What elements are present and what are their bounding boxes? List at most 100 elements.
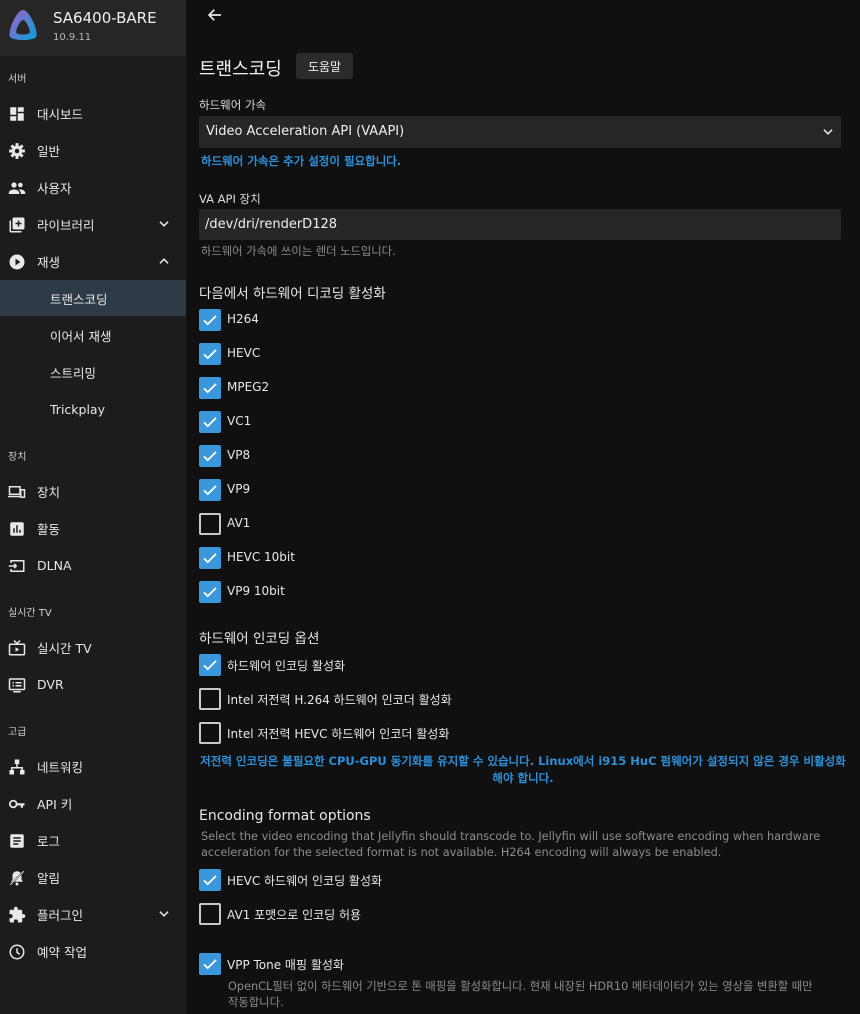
- main-content: 트랜스코딩 도움말 하드웨어 가속 Video Acceleration API…: [186, 0, 860, 1014]
- section-header-live-tv: 실시간 TV: [8, 608, 52, 619]
- vpp-help: OpenCL필터 없이 하드웨어 기반으로 톤 매핑을 활성화합니다. 현재 내…: [228, 979, 813, 1011]
- sidebar-item-label: 라이브러리: [37, 217, 95, 233]
- sidebar-item-notifications[interactable]: 알림: [0, 859, 186, 895]
- sidebar-item-live-tv[interactable]: 실시간 TV: [0, 629, 186, 665]
- sidebar-item-activity[interactable]: 활동: [0, 510, 186, 546]
- server-header[interactable]: SA6400-BARE 10.9.11: [0, 0, 186, 56]
- checkbox-label: MPEG2: [227, 380, 270, 394]
- checkbox-label: AV1 포맷으로 인코딩 허용: [227, 908, 362, 922]
- hw-accel-select[interactable]: Video Acceleration API (VAAPI): [199, 116, 841, 148]
- sidebar-item-transcoding[interactable]: 트랜스코딩: [0, 280, 186, 316]
- hw-accel-note: 하드웨어 가속은 추가 설정이 필요합니다.: [201, 154, 402, 168]
- dashboard-icon: [10, 107, 24, 121]
- sidebar-item-dashboard[interactable]: 대시보드: [0, 95, 186, 131]
- checkbox-box[interactable]: [199, 445, 221, 467]
- notification-icon: [9, 870, 25, 886]
- sidebar-item-label: 사용자: [37, 180, 72, 196]
- checkbox-box[interactable]: [199, 654, 221, 676]
- encoding-format-help: Select the video encoding that Jellyfin …: [201, 829, 820, 861]
- checkmark-icon: [203, 417, 217, 428]
- sidebar-item-plugins[interactable]: 플러그인: [0, 896, 186, 932]
- sidebar-item-label: 플러그인: [37, 907, 84, 923]
- chevron-down-icon: [159, 221, 169, 227]
- help-line: 작동합니다.: [228, 996, 284, 1009]
- sidebar-item-label: 장치: [37, 484, 61, 500]
- checkbox-box[interactable]: [199, 343, 221, 365]
- checkbox-box[interactable]: [199, 377, 221, 399]
- sidebar-item-label: 이어서 재생: [50, 328, 112, 344]
- sidebar-item-trickplay[interactable]: Trickplay: [0, 391, 186, 427]
- checkbox-box[interactable]: [199, 479, 221, 501]
- checkbox-label: AV1: [227, 516, 251, 530]
- encoding-section-title: 하드웨어 인코딩 옵션: [199, 631, 320, 647]
- sidebar-item-label: 활동: [37, 521, 61, 537]
- checkmark-icon: [203, 587, 217, 598]
- sidebar-item-label: 예약 작업: [37, 944, 87, 960]
- sidebar-item-label: 재생: [37, 254, 61, 270]
- sidebar-item-streaming[interactable]: 스트리밍: [0, 354, 186, 390]
- checkmark-icon: [203, 660, 217, 671]
- help-button[interactable]: 도움말: [296, 53, 353, 79]
- checkbox-box[interactable]: [199, 411, 221, 433]
- low-power-note-line: 저전력 인코딩은 불필요한 CPU-GPU 동기화를 유지할 수 있습니다. L…: [200, 754, 846, 768]
- checkbox-label: VP8: [227, 448, 251, 462]
- sidebar-item-label: 실시간 TV: [37, 640, 92, 656]
- sidebar-item-users[interactable]: 사용자: [0, 169, 186, 205]
- key-icon: [8, 799, 25, 809]
- sidebar-item-label: API 키: [37, 796, 73, 812]
- checkbox-label: VC1: [227, 414, 252, 428]
- sidebar-item-resume[interactable]: 이어서 재생: [0, 317, 186, 353]
- checkbox-label: HEVC: [227, 346, 261, 360]
- sidebar-item-api-keys[interactable]: API 키: [0, 785, 186, 821]
- activity-chart-icon: [10, 522, 24, 536]
- sidebar-item-networking[interactable]: 네트워킹: [0, 748, 186, 784]
- sidebar-item-scheduled-tasks[interactable]: 예약 작업: [0, 933, 186, 969]
- sidebar-item-label: Trickplay: [50, 401, 105, 417]
- back-arrow-icon[interactable]: [206, 6, 224, 24]
- sidebar-item-devices[interactable]: 장치: [0, 473, 186, 509]
- checkbox-label: VP9: [227, 482, 251, 496]
- sidebar-item-label: 알림: [37, 870, 61, 886]
- checkbox-label: VPP Tone 매핑 활성화: [227, 958, 344, 972]
- checkbox-box[interactable]: [199, 688, 221, 710]
- checkbox-box[interactable]: [199, 513, 221, 535]
- sidebar-item-libraries[interactable]: 라이브러리: [0, 206, 186, 242]
- chevron-down-icon: [823, 129, 833, 135]
- checkmark-icon: [203, 875, 217, 886]
- users-icon: [8, 182, 26, 194]
- sidebar-item-playback[interactable]: 재생: [0, 243, 186, 279]
- checkbox-box[interactable]: [199, 722, 221, 744]
- sidebar-item-label: 일반: [37, 143, 61, 159]
- checkmark-icon: [203, 383, 217, 394]
- sidebar-item-label: 대시보드: [37, 106, 84, 122]
- dvr-icon: [8, 678, 26, 693]
- va-device-input[interactable]: [199, 209, 841, 240]
- section-header-advanced: 고급: [8, 727, 27, 738]
- checkbox-label: Intel 저전력 H.264 하드웨어 인코더 활성화: [227, 693, 452, 707]
- checkmark-icon: [203, 451, 217, 462]
- library-add-icon: [9, 217, 25, 233]
- sidebar-item-dvr[interactable]: DVR: [0, 666, 186, 702]
- sidebar-item-label: 트랜스코딩: [50, 291, 108, 307]
- checkbox-box[interactable]: [199, 869, 221, 891]
- checkbox-box[interactable]: [199, 903, 221, 925]
- sidebar-item-label: 스트리밍: [50, 365, 97, 381]
- checkmark-icon: [203, 349, 217, 360]
- decoding-section-title: 다음에서 하드웨어 디코딩 활성화: [199, 286, 386, 302]
- checkbox-box[interactable]: [199, 953, 221, 975]
- sidebar-item-general[interactable]: 일반: [0, 132, 186, 168]
- checkmark-icon: [203, 485, 217, 496]
- gear-icon: [9, 143, 25, 159]
- extension-icon: [9, 906, 26, 923]
- checkbox-box[interactable]: [199, 547, 221, 569]
- checkbox-box[interactable]: [199, 309, 221, 331]
- server-version: 10.9.11: [53, 32, 92, 43]
- encoding-format-title: Encoding format options: [199, 808, 371, 824]
- sidebar-item-logs[interactable]: 로그: [0, 822, 186, 858]
- clock-icon: [9, 944, 25, 960]
- sidebar-item-dlna[interactable]: DLNA: [0, 547, 186, 583]
- checkbox-box[interactable]: [199, 581, 221, 603]
- sidebar-item-label: 로그: [37, 833, 61, 849]
- chevron-up-icon: [159, 258, 169, 264]
- checkbox-label: H264: [227, 312, 259, 326]
